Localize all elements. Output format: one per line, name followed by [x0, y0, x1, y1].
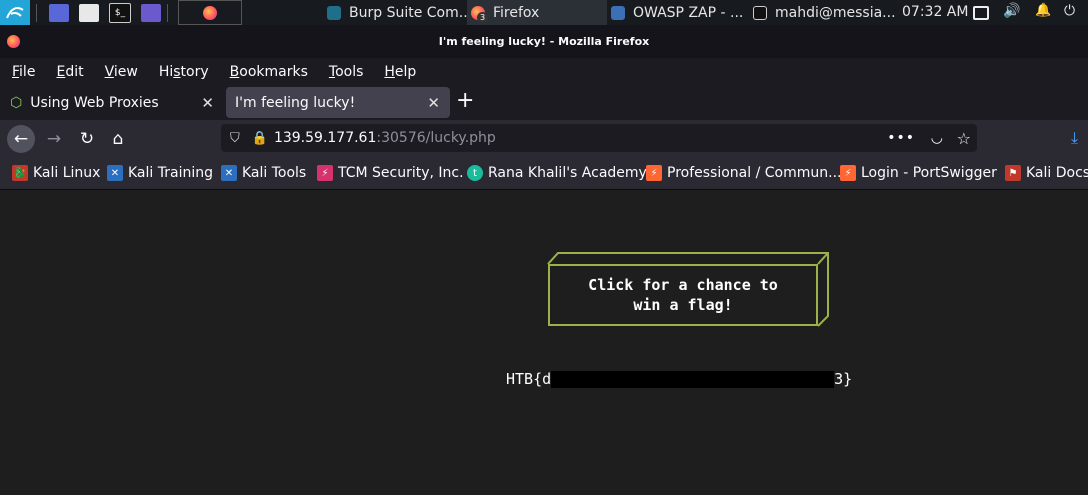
tab-using-web-proxies[interactable]: ⬡ Using Web Proxies ✕: [0, 87, 224, 118]
taskbar-separator: [167, 3, 168, 22]
firefox-icon: 3: [471, 5, 488, 23]
task-label: OWASP ZAP - ...: [633, 4, 744, 21]
menu-help[interactable]: Help: [384, 64, 416, 80]
tab-im-feeling-lucky[interactable]: I'm feeling lucky! ✕: [226, 87, 450, 118]
window-titlebar: I'm feeling lucky! - Mozilla Firefox: [0, 25, 1088, 58]
system-taskbar: $_ Burp Suite Com... 3 Firefox OWASP ZAP…: [0, 0, 1088, 25]
menu-edit[interactable]: Edit: [56, 64, 83, 80]
url-path: :30576/lucky.php: [376, 130, 496, 146]
kali-docs-icon: ⚑: [1005, 165, 1021, 181]
bookmark-label: Kali Docs: [1026, 165, 1088, 181]
bookmark-kali-training[interactable]: ✕ Kali Training: [107, 157, 213, 189]
menu-bar: File Edit View History Bookmarks Tools Help: [0, 58, 1088, 85]
bookmarks-toolbar: 🐉 Kali Linux ✕ Kali Training ✕ Kali Tools ⚡ TCM…: [0, 157, 1088, 190]
page-actions-icon[interactable]: •••: [887, 130, 915, 146]
url-text[interactable]: 139.59.177.61:30576/lucky.php: [274, 130, 496, 146]
close-tab-icon[interactable]: ✕: [201, 94, 214, 112]
taskbar-separator: [36, 3, 37, 22]
tcm-icon: ⚡: [317, 165, 333, 181]
task-label: Firefox: [493, 4, 540, 21]
pocket-icon[interactable]: ◡: [931, 130, 943, 146]
url-bar[interactable]: ⛉ 🔒 139.59.177.61:30576/lucky.php ••• ◡ …: [221, 124, 977, 152]
window-title: I'm feeling lucky! - Mozilla Firefox: [438, 35, 650, 48]
task-label: mahdi@messia...: [775, 4, 896, 21]
kali-icon: 🐉: [12, 165, 28, 181]
flag-prefix: HTB{d: [506, 370, 552, 388]
zap-icon: [611, 5, 625, 20]
menu-tools[interactable]: Tools: [329, 64, 364, 80]
bookmark-label: Login - PortSwigger: [861, 165, 997, 181]
terminal-launcher-icon[interactable]: $_: [109, 2, 131, 23]
menu-view[interactable]: View: [105, 64, 138, 80]
terminal-icon: [753, 5, 767, 20]
task-zap[interactable]: OWASP ZAP - ...: [611, 0, 743, 25]
url-host: 139.59.177.61: [273, 130, 377, 146]
bookmark-rana-khalil-s-academy[interactable]: t Rana Khalil's Academy: [467, 157, 647, 189]
back-button[interactable]: ←: [7, 125, 35, 153]
home-button[interactable]: ⌂: [104, 125, 132, 153]
kali-training-icon: ✕: [107, 165, 123, 181]
rana-icon: t: [467, 165, 483, 181]
task-label: Burp Suite Com...: [349, 4, 473, 21]
burp-icon: [327, 5, 341, 20]
display-icon[interactable]: [973, 6, 989, 20]
task-firefox[interactable]: 3 Firefox: [467, 0, 607, 25]
new-tab-icon[interactable]: +: [456, 88, 474, 113]
reload-button[interactable]: ↻: [73, 125, 101, 153]
menu-bookmarks[interactable]: Bookmarks: [230, 64, 308, 80]
bookmark-label: Kali Training: [128, 165, 213, 181]
downloads-icon[interactable]: ⤓: [1071, 128, 1078, 148]
bookmark-label: Professional / Commun...: [667, 165, 842, 181]
tab-label: Using Web Proxies: [30, 94, 159, 111]
flag-suffix: 3}: [834, 370, 853, 388]
forward-button[interactable]: →: [40, 125, 68, 153]
window-count-badge: 3: [477, 11, 488, 23]
flag-text: HTB{d 3}: [506, 370, 852, 388]
bookmark-tcm-security-inc[interactable]: ⚡ TCM Security, Inc.: [317, 157, 464, 189]
bookmark-login-portswigger[interactable]: ⚡ Login - PortSwigger: [840, 157, 997, 189]
insecure-lock-icon[interactable]: 🔒: [252, 131, 268, 146]
kali-menu-icon[interactable]: [0, 0, 30, 25]
task-terminal[interactable]: mahdi@messia...: [753, 0, 896, 25]
volume-icon[interactable]: 🔊: [1003, 3, 1020, 19]
bookmark-label: Kali Linux: [33, 165, 101, 181]
recorder-icon[interactable]: [141, 3, 161, 22]
bookmark-professional-commun[interactable]: ⚡ Professional / Commun...: [646, 157, 841, 189]
page-content: Click for a chance to win a flag! HTB{d 3…: [0, 190, 1088, 495]
win-flag-button[interactable]: Click for a chance to win a flag!: [548, 264, 818, 326]
clock[interactable]: 07:32 AM: [902, 4, 968, 20]
power-icon[interactable]: ⏻: [1064, 3, 1075, 19]
firefox-window-icon: [7, 35, 20, 48]
bookmark-star-icon[interactable]: ☆: [957, 129, 971, 148]
tab-label: I'm feeling lucky!: [235, 94, 356, 111]
navigation-toolbar: ← → ↻ ⌂ ⛉ 🔒 139.59.177.61:30576/lucky.ph…: [0, 120, 1088, 157]
button-line-2: win a flag!: [633, 296, 733, 314]
button-line-1: Click for a chance to: [588, 276, 778, 294]
kali-tools-icon: ✕: [221, 165, 237, 181]
close-tab-icon[interactable]: ✕: [427, 94, 440, 112]
portswigger-icon: ⚡: [646, 165, 662, 181]
workspace-icon[interactable]: [49, 3, 69, 22]
cube-icon: ⬡: [10, 94, 23, 111]
bookmark-kali-linux[interactable]: 🐉 Kali Linux: [12, 157, 100, 189]
button-3d-frame: [547, 252, 829, 327]
task-burp[interactable]: Burp Suite Com...: [327, 0, 472, 25]
bookmark-label: Rana Khalil's Academy: [488, 165, 647, 181]
notification-bell-icon[interactable]: 🔔: [1035, 3, 1051, 18]
tab-strip: ⬡ Using Web Proxies ✕ I'm feeling lucky!…: [0, 85, 1088, 120]
bookmark-label: Kali Tools: [242, 165, 307, 181]
bookmark-kali-tools[interactable]: ✕ Kali Tools: [221, 157, 306, 189]
menu-file[interactable]: File: [12, 64, 35, 80]
firefox-launcher-icon[interactable]: [178, 0, 242, 25]
file-manager-icon[interactable]: [79, 3, 99, 22]
portswigger-login-icon: ⚡: [840, 165, 856, 181]
bookmark-label: TCM Security, Inc.: [338, 165, 464, 181]
menu-history[interactable]: History: [159, 64, 209, 80]
redaction-bar: [551, 370, 835, 388]
tracking-shield-icon[interactable]: ⛉: [230, 131, 240, 146]
bookmark-kali-docs[interactable]: ⚑ Kali Docs: [1005, 157, 1088, 189]
